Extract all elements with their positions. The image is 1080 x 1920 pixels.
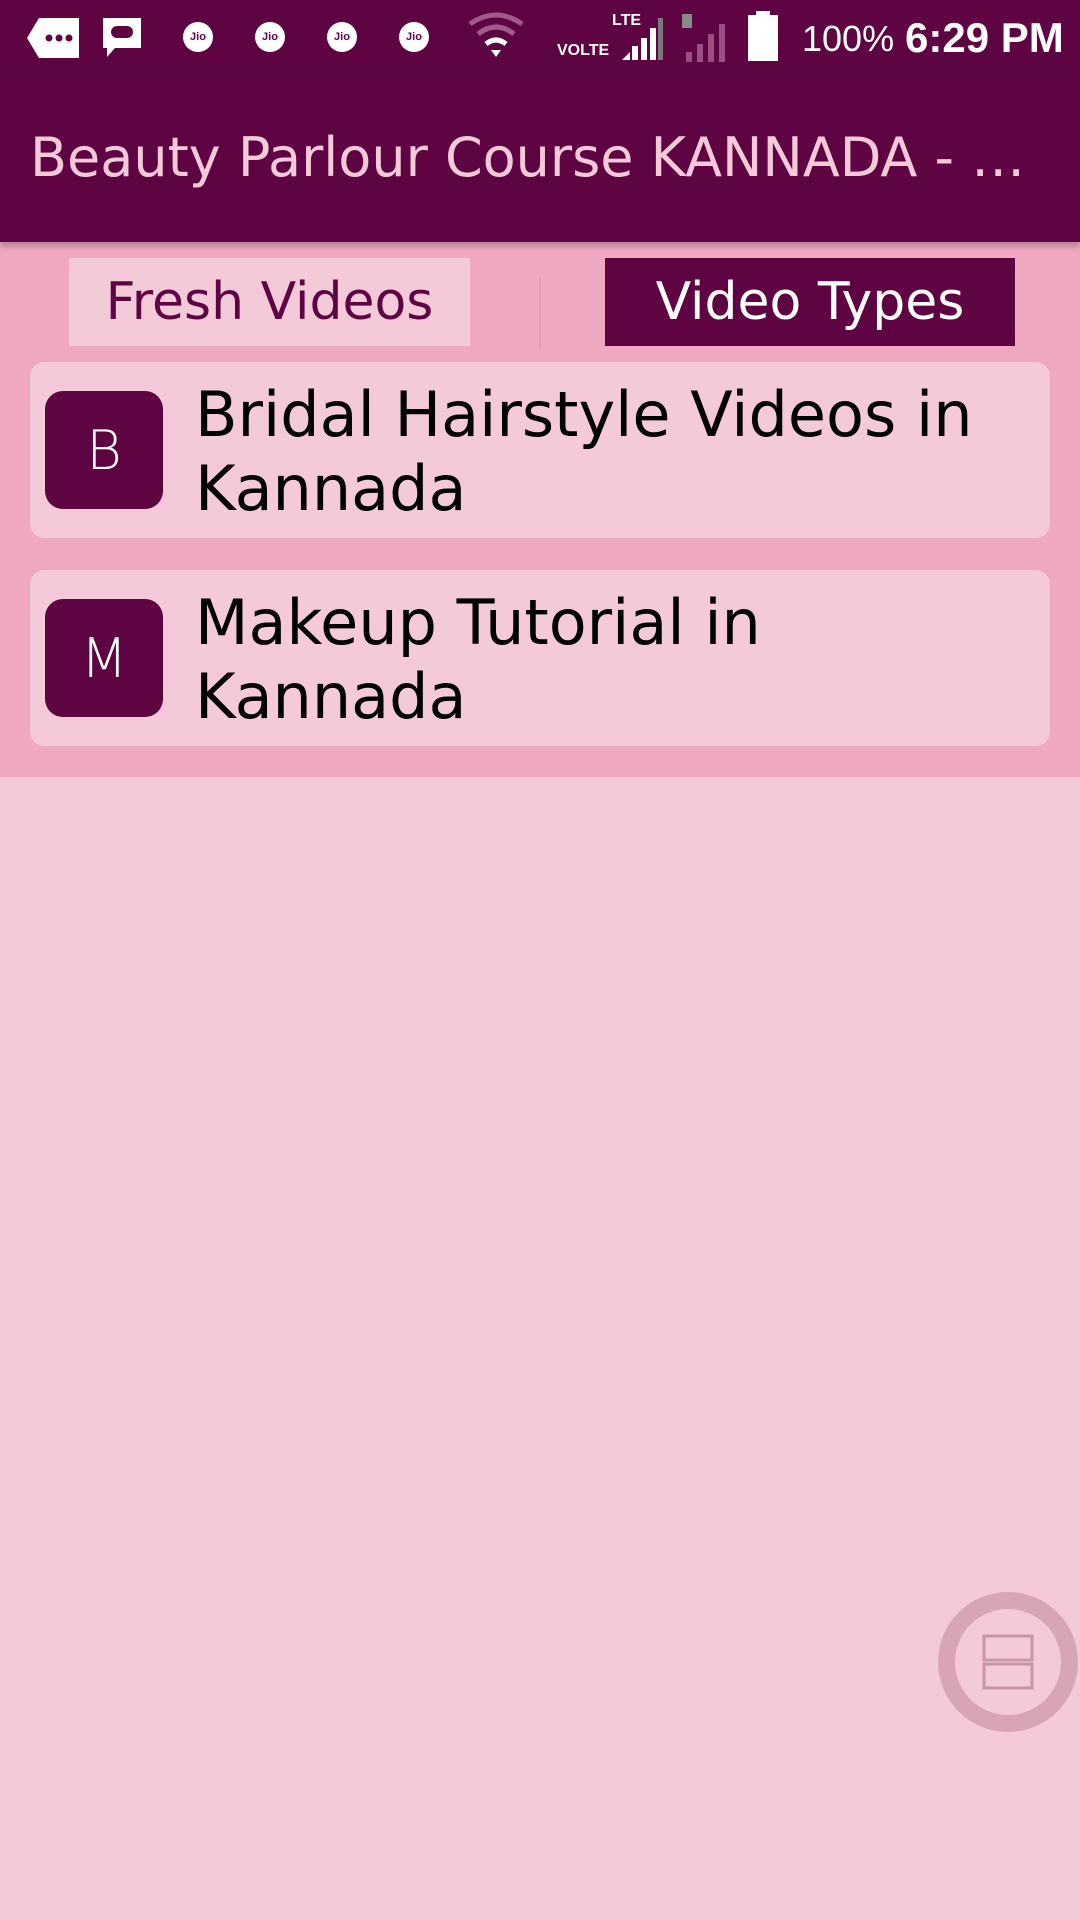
list-item-title: Bridal Hairstyle Videos in Kannada	[195, 378, 973, 525]
tab-fresh-videos[interactable]: Fresh Videos	[69, 258, 470, 346]
tab-strip: Fresh Videos Video Types B Bridal Hairst…	[0, 242, 1080, 777]
jio-icon: Jio	[183, 22, 213, 52]
layout-split-icon	[982, 1634, 1034, 1690]
battery-percent: 100%	[802, 18, 895, 59]
floating-action-button[interactable]	[938, 1592, 1078, 1732]
clock: 6:29 PM	[905, 14, 1064, 61]
app-bar: Beauty Parlour Course KANNADA - Parlour …	[0, 78, 1080, 242]
jio-icon: Jio	[255, 22, 285, 52]
tab-divider	[539, 278, 541, 348]
lte-signal-icon	[622, 18, 663, 60]
jio-icon: Jio	[399, 22, 429, 52]
tab-video-types[interactable]: Video Types	[605, 258, 1015, 346]
avatar: B	[45, 391, 163, 509]
status-bar: Jio Jio Jio Jio LTE VOLTE 100% 6:29 PM	[0, 0, 1080, 78]
battery-icon	[748, 11, 778, 61]
sim-signal-icon	[682, 14, 725, 62]
jio-icon: Jio	[327, 22, 357, 52]
notification-more-icon	[27, 18, 79, 58]
list-item-title: Makeup Tutorial in Kannada	[195, 586, 761, 733]
avatar: M	[45, 599, 163, 717]
wifi-icon	[468, 12, 524, 57]
list-item[interactable]: M Makeup Tutorial in Kannada	[30, 570, 1050, 746]
volte-label: VOLTE	[557, 42, 610, 59]
app-title: Beauty Parlour Course KANNADA - Parlour …	[30, 126, 1050, 189]
list-item[interactable]: B Bridal Hairstyle Videos in Kannada	[30, 362, 1050, 538]
message-icon	[103, 18, 141, 57]
